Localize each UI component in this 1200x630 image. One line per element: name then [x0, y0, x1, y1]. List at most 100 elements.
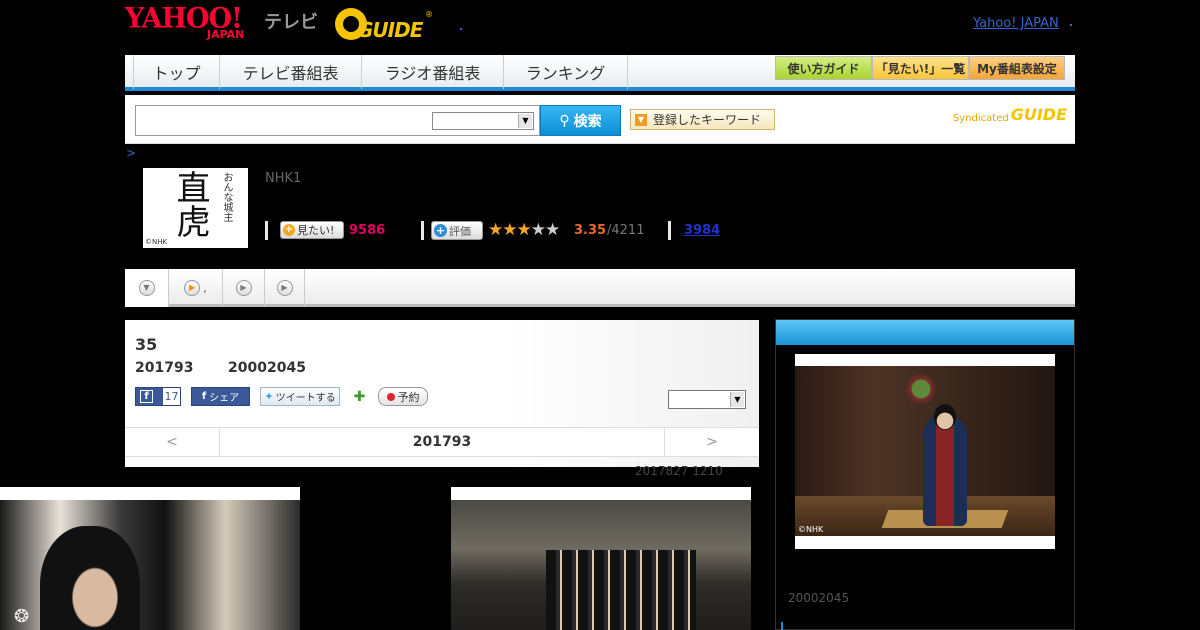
thumb-subtitle: おんな城主	[221, 172, 232, 222]
subtab-episode-list[interactable]: ▼	[125, 269, 169, 307]
star-icon: ★	[488, 220, 503, 240]
previous-episode-button[interactable]: <	[125, 428, 220, 456]
chevron-down-icon: ▼	[730, 392, 744, 407]
stat-divider	[421, 221, 424, 240]
rate-label: 評価	[449, 224, 471, 238]
nav-tab-tv-listings[interactable]: テレビ番組表	[220, 55, 362, 89]
search-button-label: 検索	[573, 113, 602, 130]
syndicated-logo: Syndicated GUIDE	[953, 105, 1067, 124]
my-listings-settings-button[interactable]: My番組表設定	[969, 56, 1065, 80]
side-panel: ©NHK 20002045	[775, 319, 1075, 630]
photo-figure	[923, 416, 967, 526]
program-channel: NHK1	[265, 171, 302, 186]
bookmark-icon[interactable]: ✚	[351, 388, 368, 405]
global-nav: トップ テレビ番組表 ラジオ番組表 ランキング 使い方ガイド 「見たい!」一覧 …	[125, 55, 1075, 91]
chevron-down-icon: ▼	[518, 114, 532, 128]
breadcrumb[interactable]: >	[126, 146, 136, 160]
star-icon: ★	[502, 220, 517, 240]
current-episode-date: 201793	[412, 434, 472, 450]
episode-photo[interactable]	[451, 487, 751, 630]
tv-label: テレビ	[264, 12, 318, 33]
review-count-link[interactable]: 3984	[684, 223, 720, 238]
page: YAHOO! JAPAN テレビ GUIDE ® Yahoo! JAPAN トッ…	[0, 0, 1200, 630]
star-icon: ★	[516, 220, 532, 240]
episode-viewer-rating: 20002045	[228, 360, 306, 376]
gguide-logo-text: GUIDE	[357, 18, 423, 42]
side-photo[interactable]: ©NHK	[795, 354, 1055, 549]
photo-figure	[40, 526, 140, 630]
twitter-bird-icon: ✦	[264, 390, 274, 403]
facebook-share-button[interactable]: f シェア	[191, 387, 250, 406]
side-photo-image: ©NHK	[795, 366, 1055, 536]
nav-tabs: トップ テレビ番組表 ラジオ番組表 ランキング	[133, 55, 628, 89]
episode-select[interactable]: ▼	[668, 390, 746, 409]
gguide-logo[interactable]: GUIDE ®	[335, 8, 435, 42]
nav-buttons: 使い方ガイド 「見たい!」一覧 My番組表設定	[775, 56, 1065, 80]
mitai-label: 見たい!	[297, 224, 335, 237]
side-marker	[781, 622, 783, 630]
search-button[interactable]: ⚲ 検索	[540, 105, 621, 136]
mitai-button[interactable]: + 見たい!	[280, 221, 344, 239]
program-subtabs: ▼ ▶ , ▶ ▶	[125, 269, 1075, 307]
reserve-button[interactable]: 予約	[378, 387, 428, 406]
play-icon: ▶	[235, 280, 252, 296]
share-label: シェア	[209, 393, 240, 404]
nav-tab-radio-listings[interactable]: ラジオ番組表	[362, 55, 504, 89]
subtab-related[interactable]: ▶	[223, 269, 265, 307]
mitai-count: 9586	[349, 223, 386, 238]
star-rating: ★★★★★	[488, 220, 560, 240]
mitai-list-button[interactable]: 「見たい!」一覧	[872, 56, 969, 80]
usage-guide-button[interactable]: 使い方ガイド	[775, 56, 872, 80]
facebook-like-button[interactable]: f 17	[135, 387, 181, 406]
header-dot	[460, 28, 462, 30]
episode-meta: 2017827 1210	[635, 464, 723, 478]
photo-ornament	[901, 374, 941, 404]
subtab-reviews[interactable]: ▶	[265, 269, 305, 307]
thumb-title: 直虎	[170, 170, 210, 238]
episode-nav: < 201793 >	[125, 427, 759, 457]
photo-figure	[546, 550, 696, 630]
subtab-label: ,	[203, 281, 207, 295]
search-icon: ⚲	[559, 112, 570, 129]
episode-photo-image: ❂	[0, 500, 300, 630]
thumb-credit: ©NHK	[145, 238, 168, 246]
plus-icon: +	[283, 224, 295, 236]
yahoo-japan-logo[interactable]: YAHOO! JAPAN	[125, 4, 244, 40]
record-icon	[386, 392, 395, 401]
photo-credit: ©NHK	[798, 525, 824, 534]
episode-photo[interactable]: ❂	[0, 487, 300, 630]
play-icon: ▶	[184, 280, 201, 296]
keyword-button-label: 登録したキーワード	[653, 113, 762, 127]
registered-keyword-button[interactable]: ▼ 登録したキーワード	[630, 109, 775, 130]
facebook-icon: f	[140, 390, 153, 403]
play-icon: ▶	[276, 280, 293, 296]
search-bar: ▼ ⚲ 検索 ▼ 登録したキーワード Syndicated GUIDE	[125, 95, 1075, 144]
episode-number: 35	[135, 335, 158, 354]
photo-ornament: ❂	[14, 606, 30, 627]
plus-icon: +	[434, 224, 447, 237]
yahoo-logo-sub: JAPAN	[207, 28, 245, 41]
chevron-down-icon: ▼	[138, 280, 155, 296]
program-thumbnail[interactable]: おんな城主 直虎 ©NHK	[143, 168, 248, 248]
rating-value: 3.35	[574, 223, 607, 238]
episode-photo-image	[451, 500, 751, 630]
syndicated-gguide-logo: GUIDE	[1010, 105, 1067, 124]
nav-tab-top[interactable]: トップ	[134, 55, 220, 89]
nav-tab-ranking[interactable]: ランキング	[504, 55, 628, 89]
reserve-label: 予約	[397, 390, 420, 404]
next-episode-button[interactable]: >	[664, 428, 759, 456]
episode-date: 201793	[135, 360, 194, 376]
subtab-video[interactable]: ▶ ,	[169, 269, 223, 307]
star-icon: ★	[530, 220, 546, 240]
rating-count: /4211	[607, 223, 645, 238]
side-rating-text: 20002045	[788, 591, 850, 605]
facebook-icon: f	[201, 391, 207, 402]
photo-figure-head	[934, 404, 956, 430]
search-category-select[interactable]: ▼	[432, 112, 534, 130]
episode-panel: 35 201793 20002045 f 17 f シェア ✦ ツイートする ✚…	[125, 320, 759, 467]
header-dot	[1070, 24, 1072, 26]
tweet-button[interactable]: ✦ ツイートする	[260, 387, 340, 406]
rate-button[interactable]: + 評価	[431, 221, 483, 240]
stat-divider	[668, 221, 671, 240]
yahoo-japan-link[interactable]: Yahoo! JAPAN	[973, 16, 1059, 31]
